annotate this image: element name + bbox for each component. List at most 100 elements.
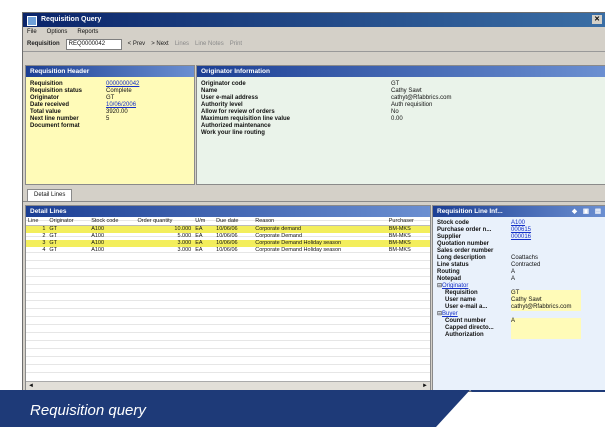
line-info-field-label: Sales order number xyxy=(437,248,494,254)
lines-button[interactable]: Lines xyxy=(175,41,189,47)
line-info-field-value[interactable]: 000016 xyxy=(511,234,531,241)
window-icon[interactable]: ▣ xyxy=(583,206,589,217)
requisition-header-field-row: Total value 3920.00 xyxy=(30,109,139,116)
table-cell-line: 4 xyxy=(42,247,46,253)
buyer-group-label: Capped directo... xyxy=(445,325,494,331)
pin-icon[interactable]: ◆ xyxy=(572,206,577,217)
column-header[interactable]: Due date xyxy=(214,218,254,226)
line-info-field-label: Line status xyxy=(437,262,469,268)
requisition-header-panel: Requisition Header Requisition 0000000042… xyxy=(25,65,195,185)
requisition-line-info-fields: Stock code A100 Purchase order n... 000615 S… xyxy=(437,220,581,339)
requisition-header-field-value[interactable]: 10/06/2006 xyxy=(106,102,136,109)
originator-group-header[interactable]: ⊟ Originator xyxy=(437,283,581,290)
table-cell-due: 10/06/06 xyxy=(216,247,238,253)
originator-field-label: Name xyxy=(201,88,218,94)
table-cell-line: 2 xyxy=(42,233,46,239)
requisition-combo[interactable]: REQ0000042 xyxy=(65,38,122,50)
requisition-header-field-row: Originator GT xyxy=(30,95,139,102)
menu-reports[interactable]: Reports xyxy=(77,27,98,37)
line-info-field-row: Notepad A xyxy=(437,276,581,283)
window-title: Requisition Query xyxy=(41,16,102,23)
line-info-field-row: Stock code A100 xyxy=(437,220,581,227)
requisition-header-field-label: Next line number xyxy=(30,116,79,122)
buyer-group-row: Capped directo... xyxy=(445,325,581,332)
originator-field-value: GT xyxy=(391,81,400,87)
requisition-query-window: Requisition Query ✕ File Options Reports… xyxy=(22,12,605,392)
originator-field-label: User e-mail address xyxy=(201,95,259,101)
prev-button[interactable]: < Prev xyxy=(128,41,146,47)
caption-banner: Requisition query xyxy=(0,390,605,427)
requisition-header-field-label: Originator xyxy=(30,95,60,101)
table-row[interactable]: 1 GT A100 10.000 EA 10/06/06 Corporate demand B… xyxy=(26,225,430,233)
buyer-group-fields: Count number A Capped directo... Authorizat… xyxy=(437,318,581,339)
originator-group-value: cathyt@Rfabbrics.com xyxy=(511,304,581,311)
originator-field-row: User e-mail address cathyt@Rfabbrics.com xyxy=(201,95,451,102)
column-header[interactable]: Order quantity xyxy=(135,218,194,226)
column-header[interactable]: Stock code xyxy=(89,218,136,226)
table-cell-qty: 10.000 xyxy=(135,225,194,233)
tab-detail-lines[interactable]: Detail Lines xyxy=(27,189,73,201)
requisition-header-field-value[interactable]: 0000000042 xyxy=(106,81,139,88)
originator-information-fields: Originator code GT Name Cathy Sawt User e-ma… xyxy=(201,81,451,137)
line-info-field-label: Supplier xyxy=(437,234,462,240)
buyer-group-label: Authorization xyxy=(445,332,484,338)
folder-icon[interactable]: ▤ xyxy=(595,206,601,217)
table-cell-orig: GT xyxy=(49,247,58,253)
table-cell-uom: EA xyxy=(195,233,203,239)
column-header[interactable]: Line xyxy=(26,218,48,226)
requisition-line-info-title: Requisition Line Inf... ◆ ▣ ▤ xyxy=(433,206,605,217)
table-row[interactable]: 4 GT A100 3.000 EA 10/06/06 Corporate Demand H… xyxy=(26,247,430,254)
requisition-header-field-value: 5 xyxy=(106,116,110,122)
print-button[interactable]: Print xyxy=(230,41,242,47)
detail-lines-panel: Detail Lines Line Originator Stock code Ord… xyxy=(25,205,431,391)
column-header[interactable]: Purchaser xyxy=(386,218,430,226)
originator-field-row: Originator code GT xyxy=(201,81,451,88)
table-row[interactable]: 3 GT A100 3.000 EA 10/06/06 Corporate Demand H… xyxy=(26,240,430,247)
scroll-left-icon[interactable]: ◄ xyxy=(28,383,34,389)
buyer-group-value xyxy=(511,332,581,339)
table-cell-reason: Corporate Demand Holiday season xyxy=(253,240,387,247)
line-info-field-value: Contracted xyxy=(511,262,541,268)
line-info-field-row: Sales order number xyxy=(437,248,581,255)
table-cell-orig: GT xyxy=(49,233,58,239)
column-header[interactable]: Originator xyxy=(47,218,90,226)
detail-lines-title: Detail Lines xyxy=(26,206,430,217)
originator-group-title: Originator xyxy=(442,283,469,289)
buyer-group-row: Authorization xyxy=(445,332,581,339)
buyer-group-label: Count number xyxy=(445,318,486,324)
requisition-header-field-label: Total value xyxy=(30,109,61,115)
detail-lines-table: Line Originator Stock code Order quantity U/… xyxy=(26,218,430,254)
table-cell-purch: BM-MKS xyxy=(388,247,411,253)
originator-field-row: Authority level Auth requisition xyxy=(201,102,451,109)
requisition-header-field-label: Requisition status xyxy=(30,88,83,94)
caption-text: Requisition query xyxy=(30,402,146,419)
originator-field-label: Originator code xyxy=(201,81,246,87)
line-notes-button[interactable]: Line Notes xyxy=(195,41,224,47)
originator-field-row: Authorized maintenance xyxy=(201,123,451,130)
close-icon[interactable]: ✕ xyxy=(592,15,602,24)
originator-group-value: Cathy Sawt xyxy=(511,297,581,304)
line-info-field-value: A xyxy=(511,276,516,282)
column-header[interactable]: U/m xyxy=(193,218,215,226)
table-cell-uom: EA xyxy=(195,247,203,253)
buyer-group-header[interactable]: ⊟ Buyer xyxy=(437,311,581,318)
originator-group-label: User e-mail a... xyxy=(445,304,488,310)
originator-information-title: Originator Information xyxy=(197,66,605,77)
table-cell-due: 10/06/06 xyxy=(216,233,238,239)
column-header[interactable]: Reason xyxy=(253,218,387,226)
line-info-field-value[interactable]: 000615 xyxy=(511,227,531,234)
line-info-field-label: Stock code xyxy=(437,220,470,226)
originator-field-label: Work your line routing xyxy=(201,130,265,136)
table-cell-orig: GT xyxy=(47,225,90,233)
originator-field-row: Name Cathy Sawt xyxy=(201,88,451,95)
line-info-field-value[interactable]: A100 xyxy=(511,220,525,227)
buyer-group-value xyxy=(511,325,581,332)
table-row[interactable]: 2 GT A100 5.000 EA 10/06/06 Corporate Demand BM… xyxy=(26,233,430,240)
table-cell-qty: 3.000 xyxy=(135,240,194,247)
next-button[interactable]: > Next xyxy=(151,41,169,47)
table-cell-reason: Corporate Demand Holiday season xyxy=(255,247,342,253)
menu-options[interactable]: Options xyxy=(47,27,68,37)
table-cell-orig: GT xyxy=(47,240,90,247)
menu-file[interactable]: File xyxy=(27,27,37,37)
scroll-right-icon[interactable]: ► xyxy=(422,383,428,389)
